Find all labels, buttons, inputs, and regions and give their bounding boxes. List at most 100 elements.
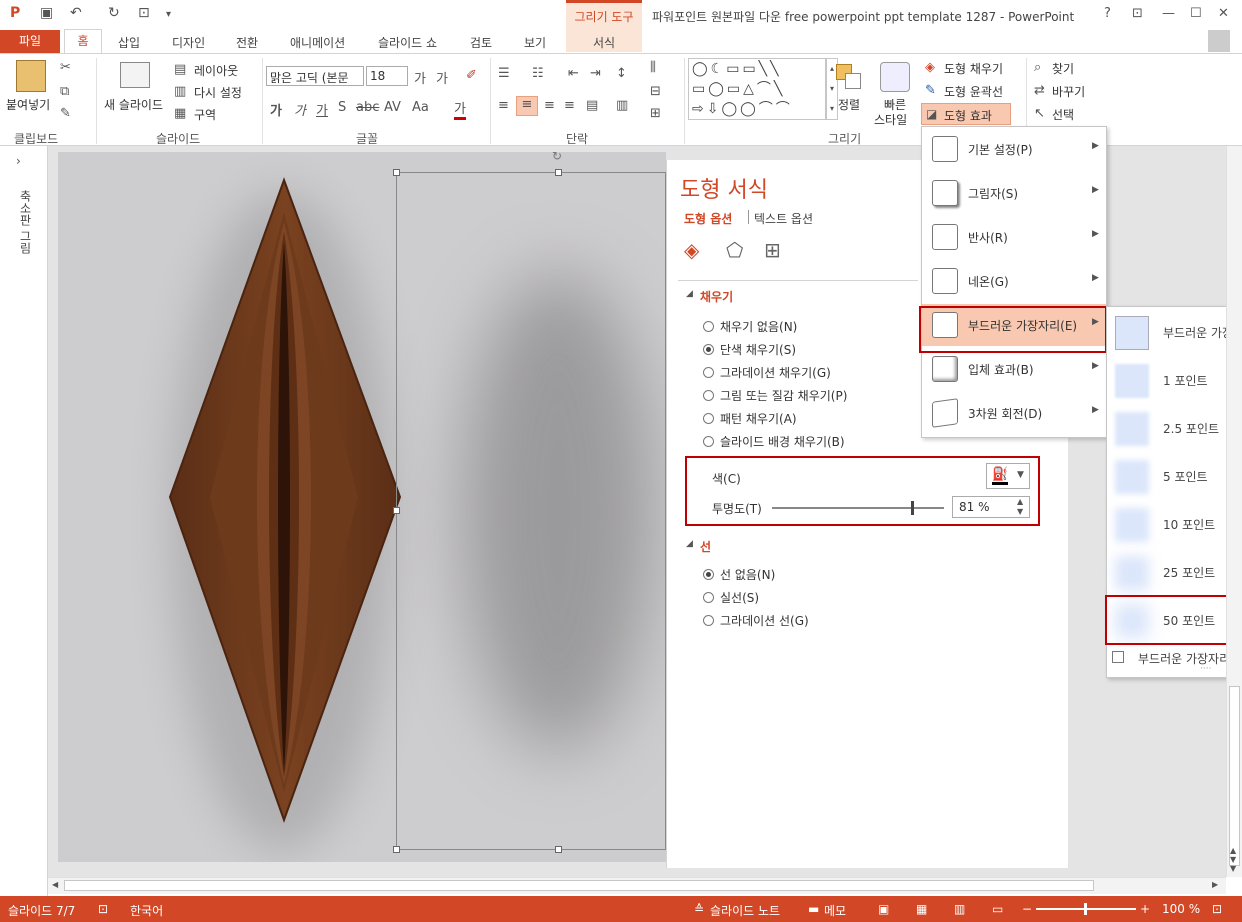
resize-grip-icon[interactable]: ···· — [1200, 664, 1211, 674]
tab-view[interactable]: 보기 — [524, 34, 546, 51]
tab-review[interactable]: 검토 — [470, 34, 492, 51]
soft-edges-item-5[interactable]: 25 포인트 — [1107, 548, 1242, 596]
effects-pentagon-icon[interactable]: ⬠ — [726, 238, 743, 262]
tab-insert[interactable]: 삽입 — [118, 34, 140, 51]
new-slide-button[interactable]: 새 슬라이드 — [104, 96, 163, 113]
fill-radio-4[interactable]: 패턴 채우기(A) — [703, 410, 797, 427]
tab-file[interactable]: 파일 — [0, 30, 60, 53]
replace-button[interactable]: 바꾸기 — [1052, 83, 1085, 100]
soft-edges-options-checkbox[interactable] — [1112, 651, 1124, 663]
reading-view-icon[interactable]: ▥ — [954, 902, 965, 916]
quick-styles-button[interactable]: 스타일 — [874, 111, 907, 128]
size-properties-icon[interactable]: ⊞ — [764, 238, 781, 262]
radio-dot[interactable] — [703, 436, 714, 447]
effects-menu-item-2[interactable]: 반사(R) ▶ — [922, 216, 1106, 258]
decrease-indent-icon[interactable]: ⇤ — [568, 66, 579, 81]
resize-handle[interactable] — [555, 169, 562, 176]
notes-button[interactable]: 슬라이드 노트 — [710, 902, 780, 919]
vertical-scroll-thumb[interactable] — [1229, 686, 1240, 866]
tab-format[interactable]: 서식 — [566, 34, 642, 51]
effects-menu-item-5[interactable]: 입체 효과(B) ▶ — [922, 348, 1106, 390]
tab-transitions[interactable]: 전환 — [236, 34, 258, 51]
next-slide-icon[interactable]: ▲ ▼ ▼ — [1230, 846, 1236, 873]
italic-icon[interactable]: 가 — [294, 100, 306, 119]
undo-icon[interactable]: ↶ — [70, 5, 82, 21]
soft-edges-item-2[interactable]: 2.5 포인트 — [1107, 404, 1242, 452]
horizontal-scroll-thumb[interactable] — [64, 880, 1094, 891]
font-color-icon[interactable]: 가 — [454, 98, 466, 120]
shape-effects-button[interactable]: ◪ 도형 효과 — [921, 103, 1011, 125]
tab-design[interactable]: 디자인 — [172, 34, 205, 51]
language-indicator[interactable]: 한국어 — [130, 902, 163, 919]
radio-dot[interactable] — [703, 367, 714, 378]
paste-icon[interactable] — [16, 60, 46, 92]
underline-icon[interactable]: 가 — [316, 100, 328, 119]
select-button[interactable]: 선택 — [1052, 106, 1074, 123]
rotate-handle-icon[interactable]: ↻ — [552, 149, 562, 163]
shrink-font-icon[interactable]: 가 — [436, 68, 448, 87]
format-painter-icon[interactable]: ✎ — [60, 106, 71, 121]
line-spacing-icon[interactable]: ↕ — [616, 66, 627, 81]
font-size-combo[interactable]: 18 — [366, 66, 408, 86]
tab-animations[interactable]: 애니메이션 — [290, 34, 345, 51]
distributed-icon[interactable]: ▤ — [586, 98, 598, 113]
fill-radio-1[interactable]: 단색 채우기(S) — [703, 341, 796, 358]
color-picker-button[interactable]: ⛽ ▼ — [986, 463, 1030, 489]
effects-menu-item-0[interactable]: 기본 설정(P) ▶ — [922, 128, 1106, 170]
maximize-icon[interactable]: ☐ — [1190, 6, 1202, 21]
fit-slide-icon[interactable]: ⊡ — [1212, 902, 1222, 916]
line-radio-1[interactable]: 실선(S) — [703, 589, 759, 606]
zoom-in-icon[interactable]: + — [1140, 902, 1150, 916]
resize-handle[interactable] — [393, 169, 400, 176]
effects-menu-item-3[interactable]: 네온(G) ▶ — [922, 260, 1106, 302]
effects-menu-item-1[interactable]: 그림자(S) ▶ — [922, 172, 1106, 214]
tab-text-options[interactable]: 텍스트 옵션 — [754, 210, 813, 227]
reset-button[interactable]: 다시 설정 — [194, 84, 242, 101]
arrange-button[interactable]: 정렬 — [838, 96, 860, 113]
zoom-slider-thumb[interactable] — [1084, 903, 1087, 915]
scroll-left-icon[interactable]: ◀ — [52, 880, 58, 889]
fill-radio-2[interactable]: 그라데이션 채우기(G) — [703, 364, 831, 381]
effects-menu-item-6[interactable]: 3차원 회전(D) ▶ — [922, 392, 1106, 434]
radio-dot[interactable] — [703, 615, 714, 626]
bold-icon[interactable]: 가 — [270, 100, 282, 119]
resize-handle[interactable] — [393, 507, 400, 514]
cut-icon[interactable]: ✂ — [60, 60, 71, 75]
radio-dot[interactable] — [703, 413, 714, 424]
redo-icon[interactable]: ↻ — [108, 5, 120, 21]
line-radio-0[interactable]: 선 없음(N) — [703, 566, 775, 583]
align-right-icon[interactable]: ≡ — [544, 98, 555, 113]
soft-edges-item-3[interactable]: 5 포인트 — [1107, 452, 1242, 500]
justify-icon[interactable]: ≡ — [564, 98, 575, 113]
zoom-out-icon[interactable]: − — [1022, 902, 1032, 916]
spell-check-icon[interactable]: ⊡ — [98, 902, 108, 916]
soft-edges-item-1[interactable]: 1 포인트 — [1107, 356, 1242, 404]
shadow-icon[interactable]: S — [338, 100, 346, 115]
collapse-line-icon[interactable]: ◢ — [686, 539, 693, 549]
radio-dot[interactable] — [703, 344, 714, 355]
text-direction-icon[interactable]: ⫼ — [650, 60, 656, 75]
transparency-spinner[interactable]: 81 % ▲ ▼ — [952, 496, 1030, 518]
avatar[interactable] — [1208, 30, 1230, 52]
zoom-slider[interactable] — [1036, 903, 1136, 915]
soft-edges-options-label[interactable]: 부드러운 가장자리 — [1138, 650, 1230, 667]
smartart-icon[interactable]: ⊞ — [650, 106, 661, 121]
slide-sorter-icon[interactable]: ▦ — [916, 902, 927, 916]
fill-radio-3[interactable]: 그림 또는 질감 채우기(P) — [703, 387, 847, 404]
radio-dot[interactable] — [703, 321, 714, 332]
change-case-icon[interactable]: Aa — [412, 100, 429, 115]
columns-icon[interactable]: ▥ — [616, 98, 628, 113]
fill-line-icon[interactable]: ◈ — [684, 238, 699, 262]
save-icon[interactable]: ▣ — [40, 5, 53, 21]
transparency-slider[interactable] — [772, 501, 944, 515]
grow-font-icon[interactable]: 가 — [414, 68, 426, 87]
present-icon[interactable]: ⊡ — [138, 5, 150, 21]
tab-home[interactable]: 홈 — [64, 29, 102, 54]
char-spacing-icon[interactable]: AV — [384, 100, 401, 115]
scroll-right-icon[interactable]: ▶ — [1212, 880, 1218, 889]
radio-dot[interactable] — [703, 592, 714, 603]
collapse-fill-icon[interactable]: ◢ — [686, 289, 693, 299]
tab-shape-options[interactable]: 도형 옵션 — [684, 210, 732, 227]
fill-radio-0[interactable]: 채우기 없음(N) — [703, 318, 797, 335]
zoom-level[interactable]: 100 % — [1162, 902, 1200, 916]
